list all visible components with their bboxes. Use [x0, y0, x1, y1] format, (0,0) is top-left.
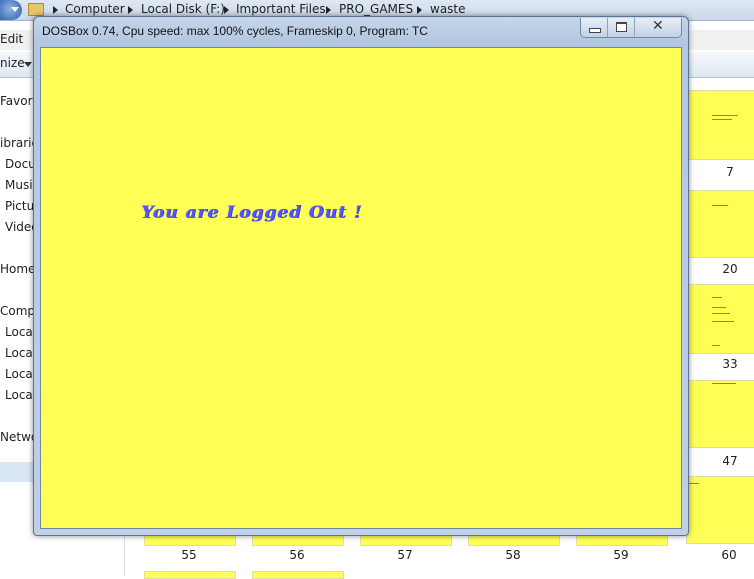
breadcrumb-arrow-icon[interactable] — [224, 6, 229, 14]
file-thumbnail[interactable] — [686, 476, 754, 544]
breadcrumb-important-files[interactable]: Important Files — [236, 2, 326, 16]
thumbnail-text-line — [712, 205, 728, 206]
thumbnail-text-line — [689, 483, 699, 484]
window-controls: ✕ — [580, 18, 682, 38]
nav-selection-highlight — [0, 462, 36, 482]
file-thumbnail[interactable] — [686, 90, 754, 160]
file-label[interactable]: 59 — [601, 548, 641, 562]
file-label[interactable]: 47 — [710, 454, 750, 468]
nav-item-local-disk-selected[interactable]: Local — [5, 388, 36, 402]
minimize-icon — [589, 28, 601, 33]
breadcrumb-arrow-icon[interactable] — [53, 6, 58, 14]
file-thumbnail[interactable] — [686, 284, 754, 354]
window-title: DOSBox 0.74, Cpu speed: max 100% cycles,… — [42, 24, 428, 38]
nav-item-documents[interactable]: Docu — [5, 157, 36, 171]
file-thumbnail[interactable] — [686, 380, 754, 448]
file-thumbnail[interactable] — [144, 571, 236, 579]
file-label[interactable]: 20 — [710, 262, 750, 276]
nav-item-local-disk[interactable]: Local — [5, 367, 36, 381]
file-label[interactable]: 57 — [385, 548, 425, 562]
breadcrumb-arrow-icon[interactable] — [326, 6, 331, 14]
breadcrumb-pro-games[interactable]: PRO_GAMES — [339, 2, 413, 16]
thumbnail-text-line — [712, 297, 722, 298]
file-label[interactable]: 56 — [277, 548, 317, 562]
thumbnail-text-line — [712, 321, 734, 322]
dos-screen[interactable]: You are Logged Out ! — [40, 47, 682, 529]
breadcrumb-waste[interactable]: waste — [430, 2, 466, 16]
file-thumbnail[interactable] — [252, 571, 344, 579]
thumbnail-text-line — [712, 115, 738, 116]
close-button[interactable]: ✕ — [635, 18, 681, 37]
file-label[interactable]: 7 — [710, 165, 750, 179]
close-icon: ✕ — [652, 18, 664, 34]
nav-item-local-disk[interactable]: Local — [5, 325, 36, 339]
minimize-button[interactable] — [581, 18, 608, 37]
file-label[interactable]: 33 — [710, 357, 750, 371]
thumbnail-text-line — [712, 307, 726, 308]
menu-edit[interactable]: Edit — [0, 32, 23, 46]
file-label[interactable]: 55 — [169, 548, 209, 562]
nav-item-pictures[interactable]: Pictu — [5, 199, 34, 213]
logout-message: You are Logged Out ! — [141, 203, 363, 223]
thumbnail-text-line — [712, 119, 732, 120]
file-label[interactable]: 58 — [493, 548, 533, 562]
maximize-button[interactable] — [608, 18, 635, 37]
organize-button[interactable]: nize — [0, 56, 25, 70]
back-button[interactable] — [0, 0, 22, 20]
breadcrumb-arrow-icon[interactable] — [417, 6, 422, 14]
breadcrumb-local-disk[interactable]: Local Disk (F:) — [141, 2, 225, 16]
dosbox-window[interactable]: DOSBox 0.74, Cpu speed: max 100% cycles,… — [33, 16, 689, 536]
folder-icon — [28, 3, 44, 16]
thumbnail-text-line — [712, 383, 736, 384]
breadcrumb-arrow-icon[interactable] — [128, 6, 133, 14]
breadcrumb-computer[interactable]: Computer — [65, 2, 125, 16]
thumbnail-text-line — [712, 345, 720, 346]
dropdown-arrow-icon — [11, 7, 19, 12]
nav-item-local-disk[interactable]: Local — [5, 346, 36, 360]
maximize-icon — [616, 22, 627, 32]
file-thumbnail[interactable] — [686, 190, 754, 258]
file-label[interactable]: 60 — [709, 548, 749, 562]
chevron-down-icon[interactable] — [24, 62, 32, 67]
thumbnail-text-line — [712, 313, 730, 314]
